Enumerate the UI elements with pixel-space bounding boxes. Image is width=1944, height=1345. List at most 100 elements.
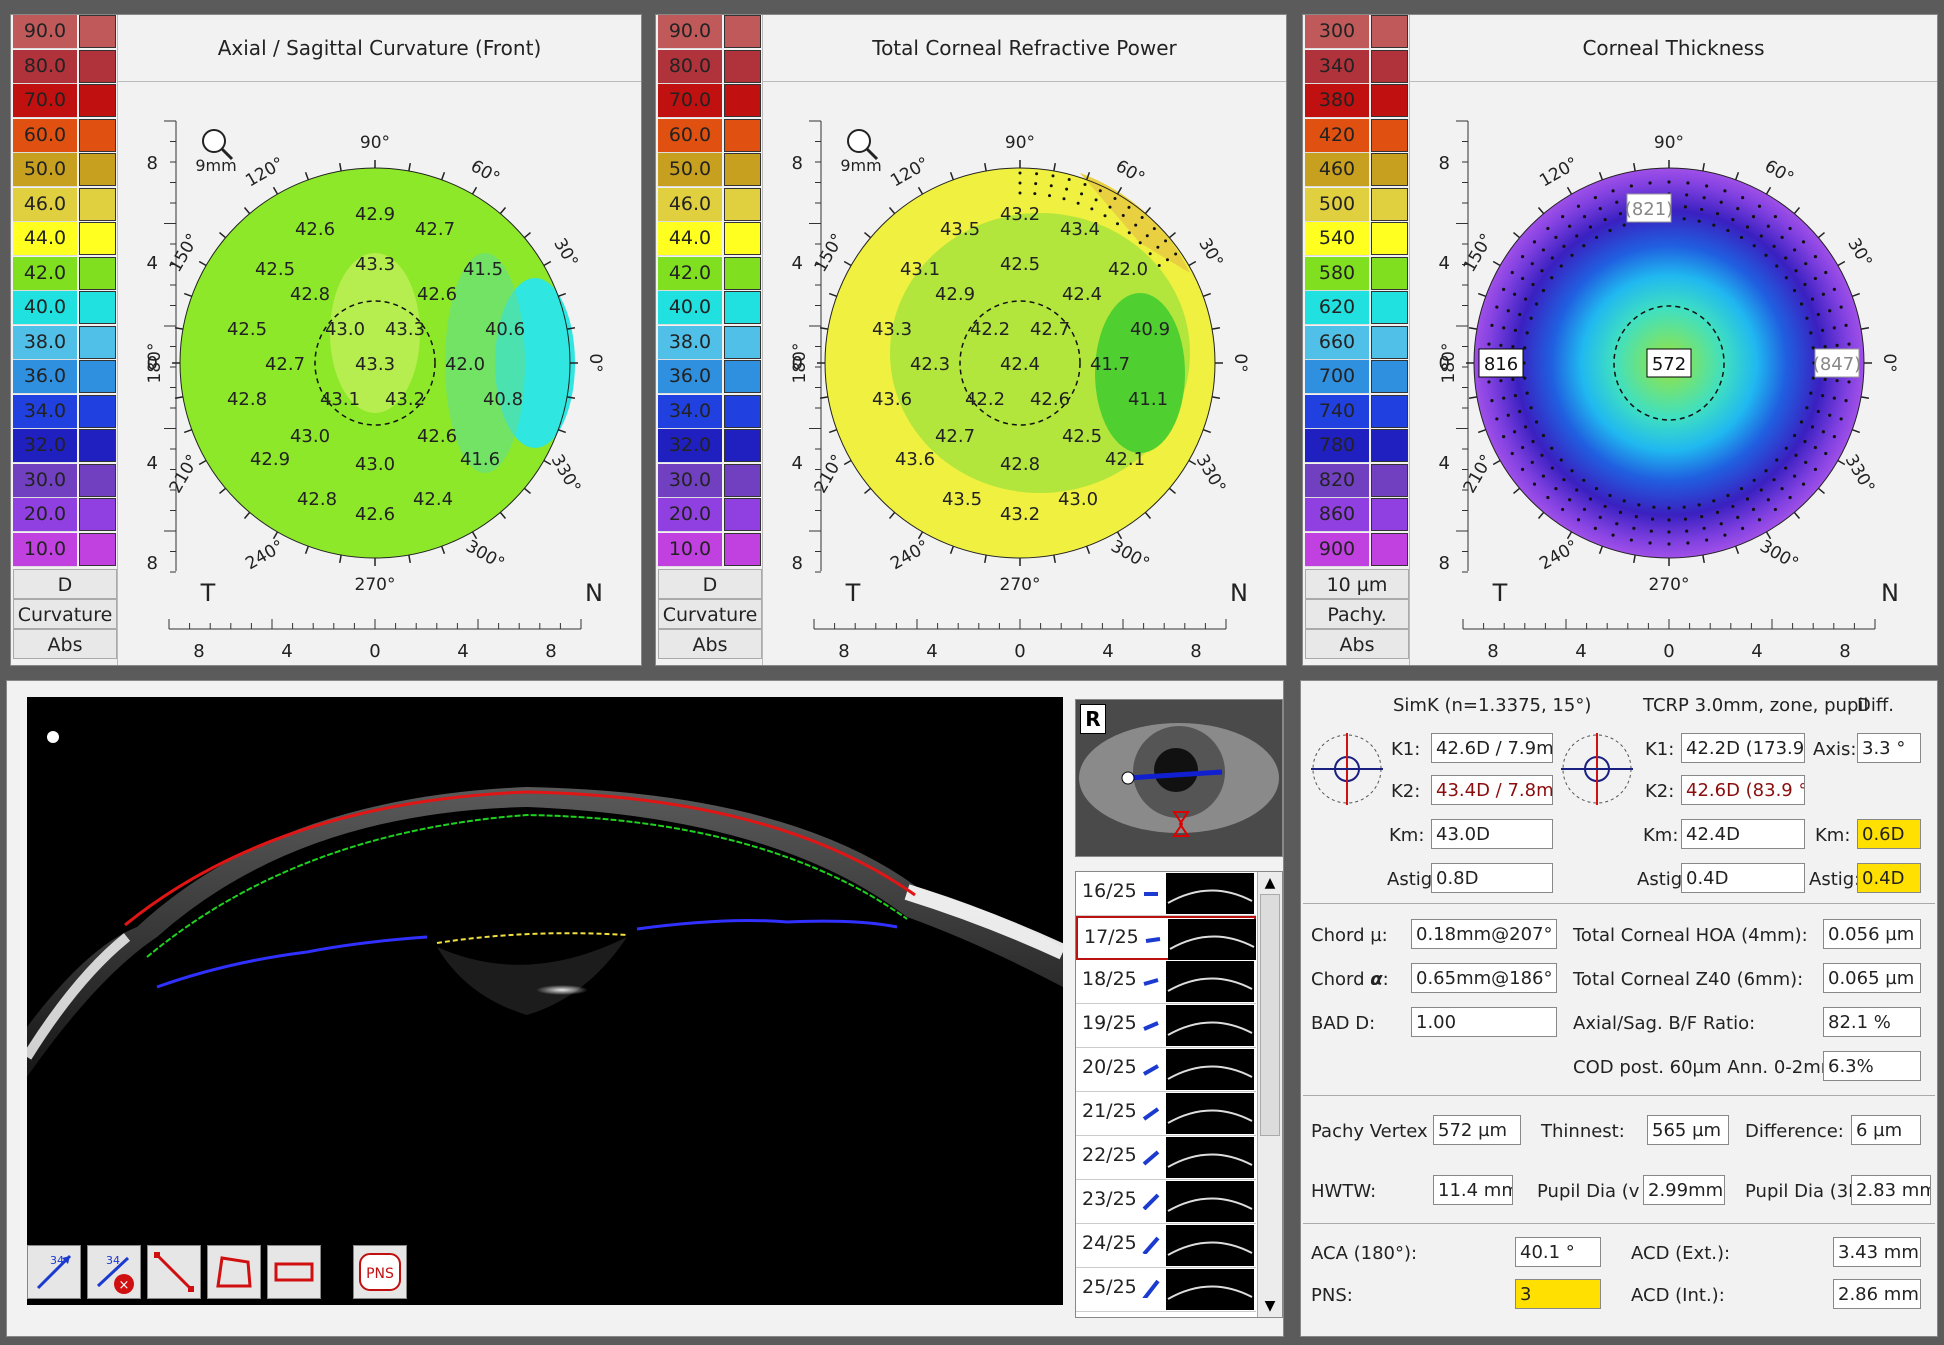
scale-ticks (724, 463, 761, 497)
chord-mu-label: Chord µ: (1311, 925, 1388, 946)
frame-thumbnail (1168, 919, 1256, 960)
scale-value: 580 (1305, 256, 1369, 291)
scale-value: 780 (1305, 429, 1369, 463)
scale-foot2[interactable]: Abs (13, 629, 117, 659)
scale-step: 80.0 (656, 49, 762, 84)
curvature-value: 41.5 (463, 259, 503, 280)
frame-list-scrollbar[interactable]: ▲ ▼ (1257, 872, 1282, 1317)
scale-foot2[interactable]: Abs (658, 629, 762, 659)
scan-frame-row[interactable]: 24/25 (1076, 1224, 1256, 1268)
curvature-value: 43.3 (355, 354, 395, 375)
vertical-tick-label: 8 (147, 553, 158, 574)
scale-ticks (724, 49, 761, 83)
frame-label: 24/25 (1082, 1232, 1137, 1254)
angle-label: 240° (1536, 536, 1581, 574)
thickness-value: 572 (1652, 354, 1686, 375)
pns-grade-icon[interactable]: PNS (353, 1245, 407, 1299)
curvature-value: 43.0 (290, 426, 330, 447)
nasal-label: N (1881, 579, 1899, 607)
svg-text:34: 34 (50, 1254, 64, 1267)
horizontal-tick-label: 0 (1014, 641, 1025, 662)
rectangle-tool-icon[interactable] (267, 1245, 321, 1299)
scan-frame-row[interactable]: 23/25 (1076, 1180, 1256, 1224)
curvature-value: 43.5 (940, 219, 980, 240)
scale-value: 620 (1305, 291, 1369, 325)
aca-label: ACA (180°): (1311, 1243, 1418, 1264)
curvature-value: 42.0 (445, 354, 485, 375)
scan-direction-icon (1142, 1236, 1160, 1254)
angle-label: 150° (1460, 230, 1498, 275)
angle-label: 180° (790, 343, 810, 384)
scale-value: 340 (1305, 49, 1369, 84)
eye-camera-thumbnail[interactable]: R (1075, 699, 1283, 857)
polygon-tool-icon[interactable] (207, 1245, 261, 1299)
scan-frame-row[interactable]: 21/25 (1076, 1092, 1256, 1136)
scale-foot2[interactable]: Abs (1305, 629, 1409, 659)
scale-ticks (79, 394, 116, 428)
curvature-value: 43.2 (1000, 504, 1040, 525)
diff-astig-field: 0.4D (1857, 863, 1921, 893)
scroll-up-icon[interactable]: ▲ (1258, 872, 1282, 894)
angle-label: 120° (242, 154, 287, 192)
map-title: Total Corneal Refractive Power (762, 15, 1286, 82)
scale-foot1[interactable]: Curvature (658, 599, 762, 629)
scan-frame-row[interactable]: 20/25 (1076, 1048, 1256, 1092)
scale-ticks (79, 360, 116, 393)
angle-label: 120° (1536, 154, 1581, 192)
angle-label: 210° (811, 451, 849, 496)
scroll-down-icon[interactable]: ▼ (1258, 1295, 1282, 1317)
line-tool-icon[interactable] (147, 1245, 201, 1299)
curvature-value: 42.4 (1000, 354, 1040, 375)
topography-map[interactable]: 8 8 4 4 0 0 4 4 8 8 90° 60° 30° 0° 330° 300° 270° 240° 210… (762, 81, 1286, 665)
topography-map[interactable]: 8 8 4 4 0 0 4 4 8 8 90° 60° 30° 0° 330° 300° 270° 240° 210… (117, 81, 641, 665)
scale-value: 60.0 (658, 118, 722, 153)
scale-step: 10.0 (656, 532, 762, 567)
curvature-value: 40.6 (485, 319, 525, 340)
angle-label: 30° (1194, 235, 1226, 271)
horizontal-tick-label: 8 (545, 641, 556, 662)
frame-label: 21/25 (1082, 1100, 1137, 1122)
scale-step: 32.0 (656, 429, 762, 463)
scan-frame-row[interactable]: 25/25 (1076, 1268, 1256, 1312)
curvature-value: 42.6 (417, 284, 457, 305)
curvature-value: 43.0 (325, 319, 365, 340)
thickness-value: 816 (1484, 354, 1518, 375)
scale-step: 34.0 (11, 394, 117, 429)
scale-value: 30.0 (658, 463, 722, 498)
scale-ticks (724, 118, 761, 152)
curvature-value: 42.5 (1000, 254, 1040, 275)
curvature-value: 42.9 (935, 284, 975, 305)
scale-ticks (1371, 463, 1408, 497)
cod-label: COD post. 60µm Ann. 0-2mm: (1573, 1057, 1845, 1078)
zoom-icon[interactable] (847, 129, 879, 161)
topography-map[interactable]: 8 8 4 4 0 0 4 4 8 8 90° 60° 30° 0° 330° 300° 270° 240° 210… (1409, 81, 1937, 665)
scale-value: 80.0 (658, 49, 722, 84)
scale-value: 32.0 (658, 429, 722, 463)
scale-foot1[interactable]: Pachy. (1305, 599, 1409, 629)
horizontal-tick-label: 4 (1102, 641, 1113, 662)
angle-label: 0° (585, 353, 605, 372)
tcrp-k1-label: K1: (1645, 739, 1675, 760)
scale-ticks (1371, 153, 1408, 186)
scale-step: 50.0 (656, 153, 762, 187)
scale-value: 500 (1305, 187, 1369, 222)
scale-value: 820 (1305, 463, 1369, 498)
scale-step: 90.0 (656, 15, 762, 49)
measure-distance-icon[interactable]: 34 (27, 1245, 81, 1299)
scan-frame-row[interactable]: 18/25 (1076, 960, 1256, 1004)
scale-value: 80.0 (13, 49, 77, 84)
scheimpflug-image[interactable] (27, 697, 1063, 1305)
curvature-value: 42.4 (1062, 284, 1102, 305)
scan-frame-list[interactable]: 16/25 17/25 18/25 19/25 20/25 21/25 22/25 23/25… (1075, 871, 1283, 1318)
scan-frame-row[interactable]: 22/25 (1076, 1136, 1256, 1180)
scale-foot1[interactable]: Curvature (13, 599, 117, 629)
scroll-thumb[interactable] (1260, 894, 1280, 1136)
scan-frame-row[interactable]: 16/25 (1076, 872, 1256, 916)
zoom-icon[interactable] (202, 129, 234, 161)
curvature-value: 42.2 (970, 319, 1010, 340)
scale-step: 42.0 (11, 256, 117, 291)
curvature-value: 40.9 (1130, 319, 1170, 340)
delete-measure-icon[interactable]: 34 × (87, 1245, 141, 1299)
scan-frame-row[interactable]: 19/25 (1076, 1004, 1256, 1048)
scan-frame-row[interactable]: 17/25 (1076, 916, 1256, 960)
